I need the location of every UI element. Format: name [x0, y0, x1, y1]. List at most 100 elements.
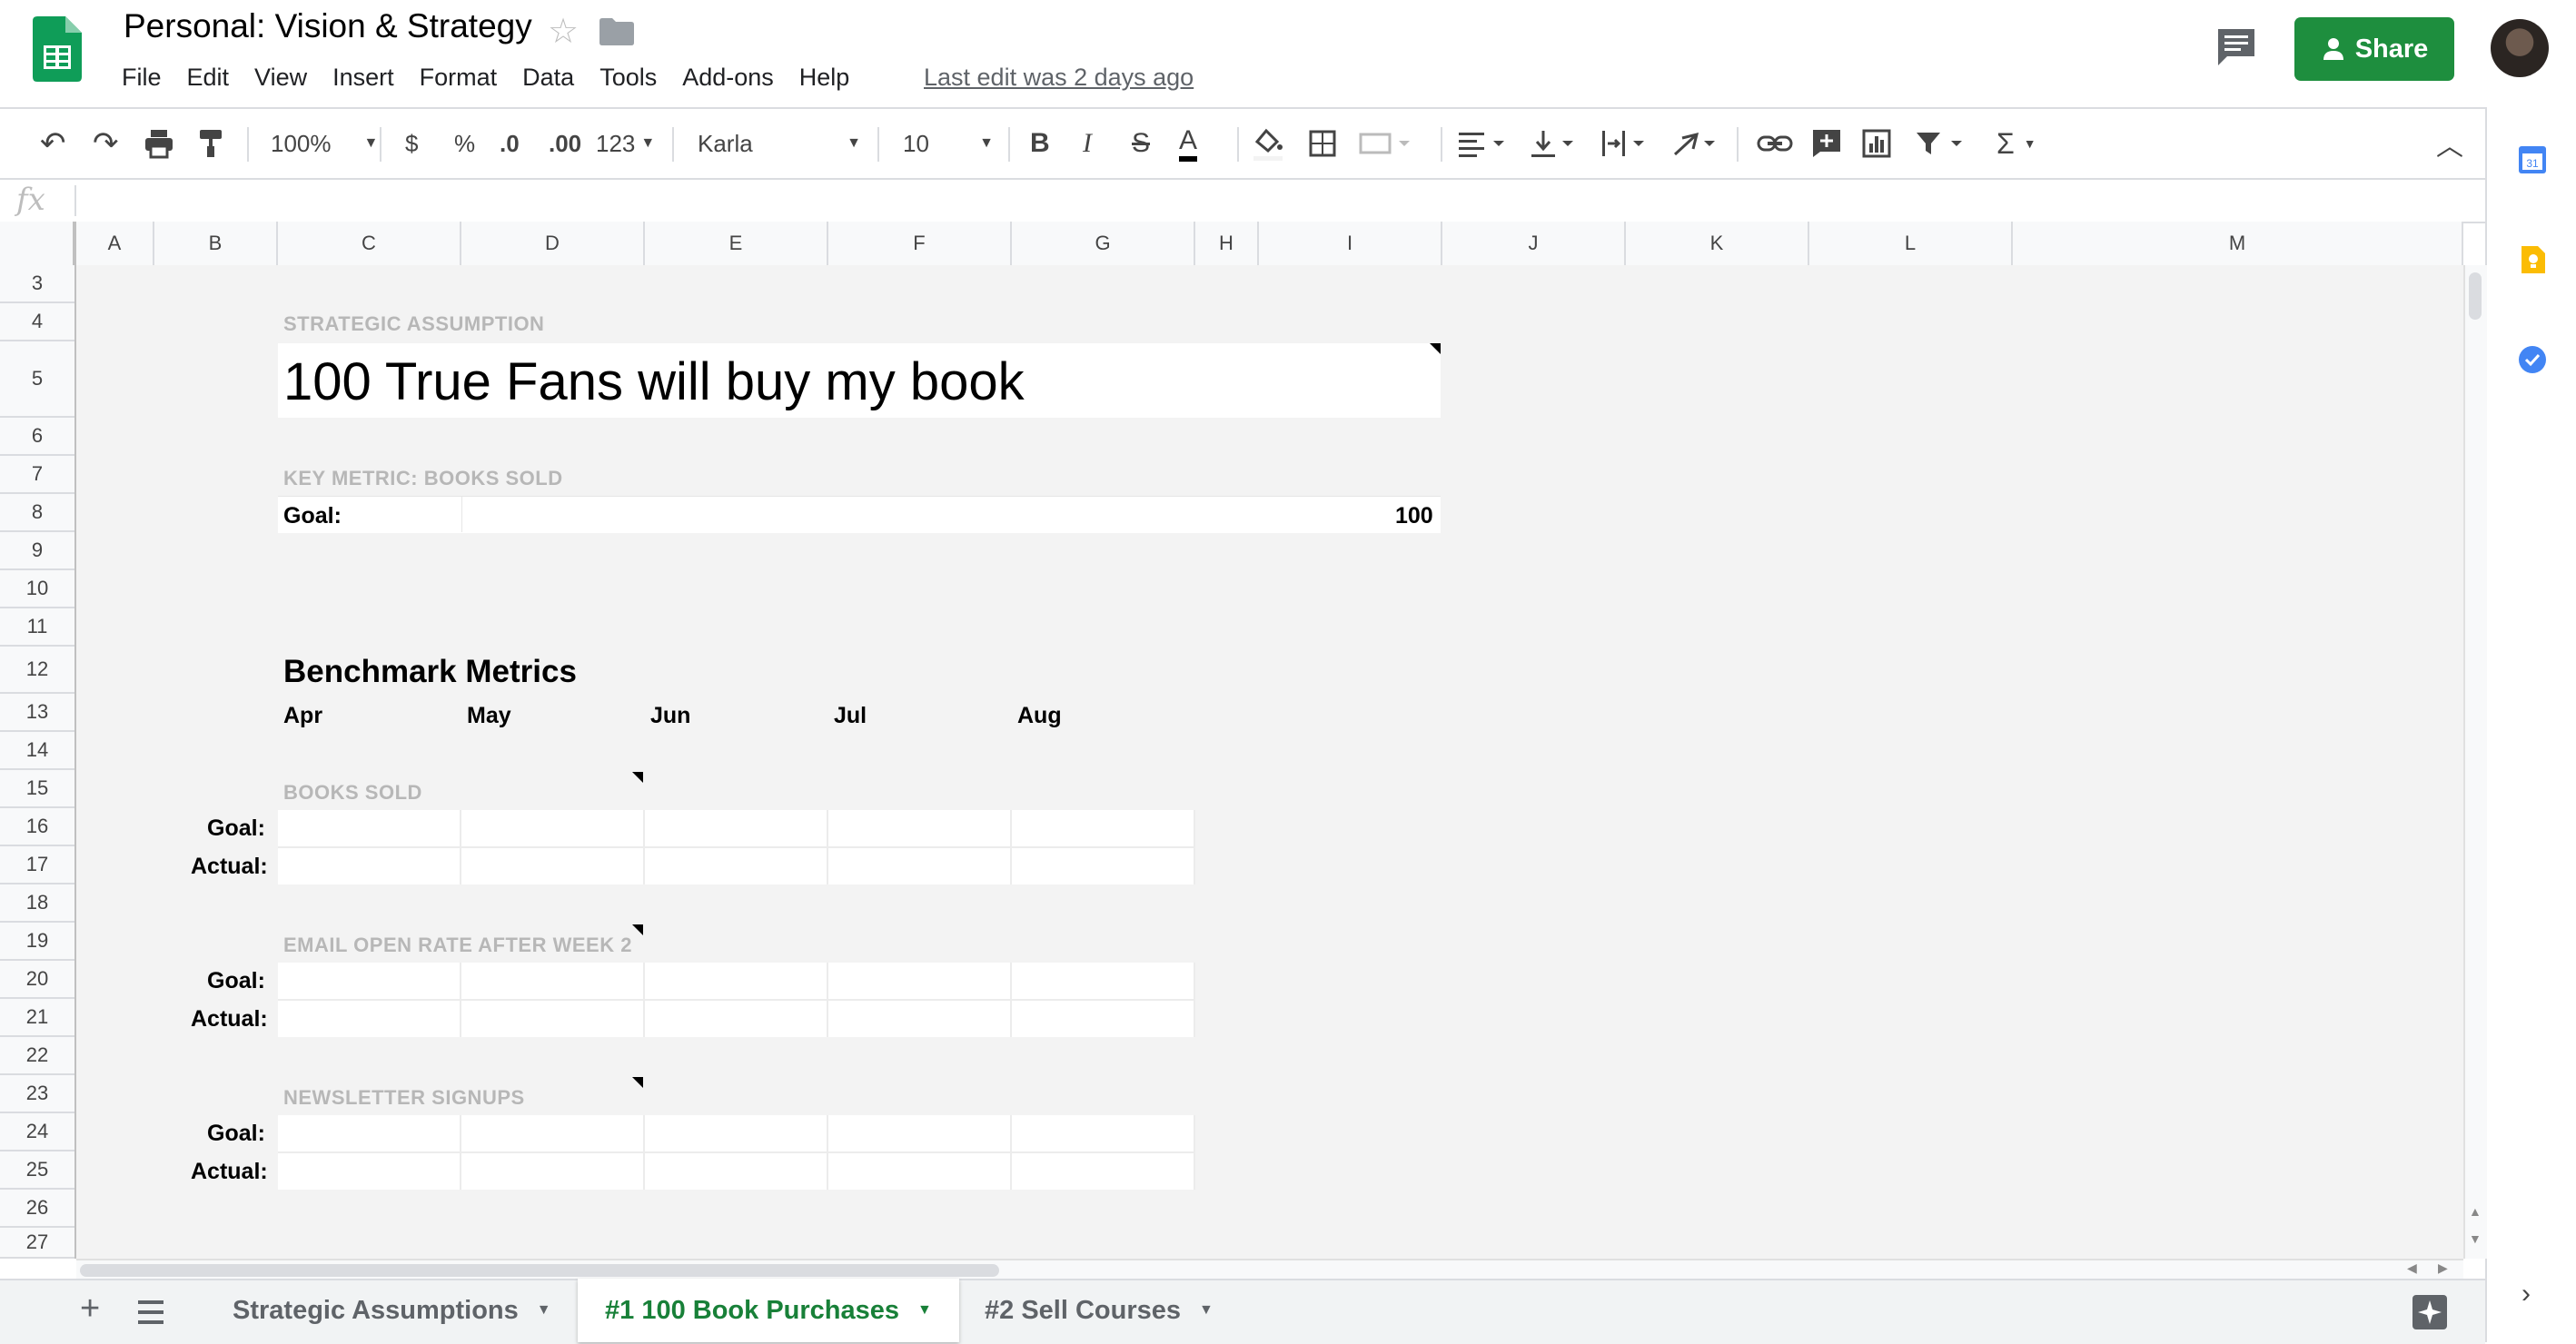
menu-view[interactable]: View [242, 64, 320, 92]
row-13[interactable]: 13 [0, 694, 74, 732]
column-j[interactable]: J [1442, 222, 1626, 265]
text-wrapping-icon[interactable] [1600, 125, 1653, 162]
row-4[interactable]: 4 [0, 303, 74, 341]
tab-sell-courses[interactable]: #2 Sell Courses ▼ [957, 1279, 1241, 1342]
row-11[interactable]: 11 [0, 608, 74, 647]
column-d[interactable]: D [461, 222, 645, 265]
functions-button[interactable]: Σ ▼ [1996, 125, 2036, 162]
column-c[interactable]: C [278, 222, 461, 265]
folder-icon[interactable] [599, 18, 634, 45]
menu-file[interactable]: File [109, 64, 174, 92]
column-k[interactable]: K [1626, 222, 1809, 265]
decrease-decimal-button[interactable]: .0 [500, 125, 520, 162]
tab-100-book-purchases[interactable]: #1 100 Book Purchases ▼ [578, 1279, 959, 1342]
star-icon[interactable]: ☆ [548, 11, 579, 52]
column-e[interactable]: E [645, 222, 828, 265]
row-22[interactable]: 22 [0, 1037, 74, 1075]
calendar-icon[interactable]: 31 [2518, 145, 2547, 174]
row-5[interactable]: 5 [0, 341, 74, 418]
formula-bar[interactable] [0, 178, 2485, 223]
row-27[interactable]: 27 [0, 1228, 74, 1259]
row-23[interactable]: 23 [0, 1075, 74, 1113]
expand-panel-icon[interactable]: › [2522, 1279, 2531, 1309]
paint-format-icon[interactable] [196, 125, 225, 162]
row-3[interactable]: 3 [0, 265, 74, 303]
row-10[interactable]: 10 [0, 570, 74, 608]
tasks-icon[interactable] [2518, 345, 2547, 374]
row-18[interactable]: 18 [0, 884, 74, 923]
menu-addons[interactable]: Add-ons [669, 64, 787, 92]
borders-icon[interactable] [1308, 125, 1337, 162]
menu-help[interactable]: Help [787, 64, 863, 92]
menu-insert[interactable]: Insert [320, 64, 407, 92]
row-16[interactable]: 16 [0, 808, 74, 846]
horizontal-align-icon[interactable] [1457, 125, 1510, 162]
column-b[interactable]: B [154, 222, 278, 265]
chevron-down-icon[interactable]: ▼ [537, 1302, 551, 1319]
row-14[interactable]: 14 [0, 732, 74, 770]
text-color-button[interactable]: A [1179, 125, 1198, 162]
merge-cells-icon[interactable] [1359, 125, 1412, 162]
row-21[interactable]: 21 [0, 999, 74, 1037]
add-sheet-icon[interactable]: + [80, 1290, 100, 1329]
scroll-down-icon[interactable]: ▼ [2469, 1231, 2482, 1246]
sheets-logo-icon[interactable] [33, 16, 82, 82]
column-m[interactable]: M [2013, 222, 2463, 265]
explore-icon[interactable] [2413, 1295, 2447, 1329]
column-g[interactable]: G [1012, 222, 1195, 265]
select-all-corner[interactable] [0, 222, 76, 265]
row-8[interactable]: 8 [0, 494, 74, 532]
keep-icon[interactable] [2518, 245, 2547, 274]
row-20[interactable]: 20 [0, 961, 74, 999]
bold-button[interactable]: B [1030, 125, 1050, 162]
share-button[interactable]: Share [2294, 17, 2454, 81]
insert-chart-icon[interactable] [1862, 125, 1891, 162]
tab-strategic-assumptions[interactable]: Strategic Assumptions ▼ [205, 1279, 579, 1342]
currency-button[interactable]: $ [405, 125, 418, 162]
undo-icon[interactable]: ↶ [40, 125, 66, 162]
column-i[interactable]: I [1259, 222, 1442, 265]
row-26[interactable]: 26 [0, 1190, 74, 1228]
scroll-right-icon[interactable]: ▶ [2438, 1260, 2448, 1276]
row-19[interactable]: 19 [0, 923, 74, 961]
vertical-scrollbar[interactable]: ▲ ▼ [2463, 265, 2487, 1259]
row-24[interactable]: 24 [0, 1113, 74, 1151]
document-title[interactable]: Personal: Vision & Strategy [124, 7, 532, 45]
collapse-toolbar-icon[interactable]: ︿ [2436, 125, 2463, 162]
chevron-down-icon[interactable]: ▼ [917, 1302, 932, 1319]
menu-data[interactable]: Data [510, 64, 587, 92]
print-icon[interactable] [144, 125, 174, 162]
row-12[interactable]: 12 [0, 647, 74, 694]
filter-icon[interactable] [1915, 125, 1967, 162]
horizontal-scrollbar[interactable]: ◀ ▶ [76, 1259, 2463, 1280]
increase-decimal-button[interactable]: .00 [549, 125, 581, 162]
column-l[interactable]: L [1809, 222, 2013, 265]
scroll-left-icon[interactable]: ◀ [2407, 1260, 2417, 1276]
row-9[interactable]: 9 [0, 532, 74, 570]
vertical-align-icon[interactable] [1530, 125, 1582, 162]
font-size-select[interactable]: 10 ▼ [903, 125, 994, 162]
row-7[interactable]: 7 [0, 456, 74, 494]
column-a[interactable]: A [76, 222, 154, 265]
insert-link-icon[interactable] [1757, 125, 1793, 162]
more-formats-button[interactable]: 123 ▼ [596, 125, 655, 162]
avatar[interactable] [2491, 19, 2549, 77]
menu-format[interactable]: Format [407, 64, 510, 92]
column-h[interactable]: H [1195, 222, 1259, 265]
fill-color-icon[interactable] [1252, 125, 1284, 162]
row-15[interactable]: 15 [0, 770, 74, 808]
row-6[interactable]: 6 [0, 418, 74, 456]
scroll-up-icon[interactable]: ▲ [2469, 1204, 2482, 1219]
strikethrough-button[interactable]: S [1132, 125, 1150, 162]
row-17[interactable]: 17 [0, 846, 74, 884]
font-select[interactable]: Karla ▼ [698, 125, 861, 162]
last-edit-link[interactable]: Last edit was 2 days ago [924, 64, 1194, 92]
percent-button[interactable]: % [454, 125, 475, 162]
redo-icon[interactable]: ↷ [93, 125, 119, 162]
column-f[interactable]: F [828, 222, 1012, 265]
comments-icon[interactable] [2216, 27, 2256, 65]
chevron-down-icon[interactable]: ▼ [1199, 1302, 1214, 1319]
menu-edit[interactable]: Edit [174, 64, 243, 92]
horizontal-scroll-thumb[interactable] [80, 1264, 999, 1277]
zoom-select[interactable]: 100% ▼ [271, 125, 378, 162]
